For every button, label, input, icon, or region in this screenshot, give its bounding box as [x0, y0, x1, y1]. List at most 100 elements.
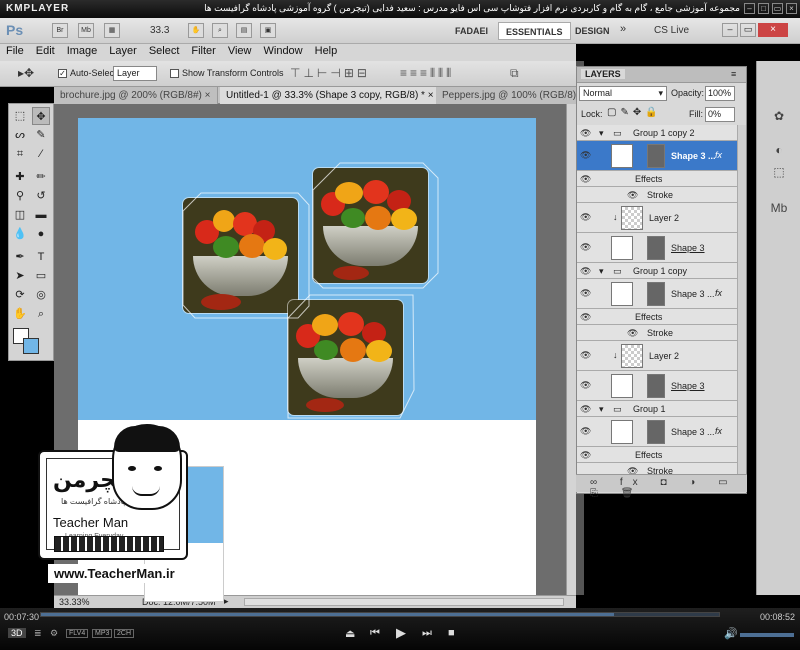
- menu-window[interactable]: Window: [258, 44, 309, 58]
- eye-icon[interactable]: 👁: [580, 404, 591, 415]
- close-icon[interactable]: ×: [428, 90, 434, 101]
- layer-row[interactable]: 👁 Shape 3 ... fx: [577, 279, 737, 309]
- adjustments-panel-icon[interactable]: ◐: [769, 143, 789, 161]
- zoom-icon[interactable]: ⌕: [32, 305, 50, 323]
- show-transform-checkbox[interactable]: [170, 69, 179, 78]
- volume-slider[interactable]: [740, 633, 794, 637]
- menu-select[interactable]: Select: [143, 44, 186, 58]
- stop-icon[interactable]: ■: [448, 627, 455, 639]
- dodge-icon[interactable]: ●: [32, 225, 50, 243]
- maximize-icon[interactable]: □: [758, 3, 769, 14]
- clone-stamp-icon[interactable]: ⚲: [11, 187, 29, 205]
- lasso-icon[interactable]: ᔕ: [11, 126, 29, 144]
- eye-icon[interactable]: 👁: [580, 128, 591, 139]
- ps-restore-icon[interactable]: ▭: [740, 23, 756, 37]
- quick-select-icon[interactable]: ✎: [32, 126, 50, 144]
- tab-brochure[interactable]: brochure.jpg @ 200% (RGB/8#) ×: [54, 87, 218, 104]
- layer-group-row[interactable]: 👁 ▾ ▭ Group 1: [577, 401, 737, 417]
- eyedropper-icon[interactable]: ⁄: [32, 145, 50, 163]
- auto-select-dropdown[interactable]: Layer: [113, 66, 157, 81]
- menu-file[interactable]: File: [0, 44, 30, 58]
- crop-icon[interactable]: ⌗: [11, 145, 29, 163]
- screen-mode-icon[interactable]: ▣: [260, 23, 276, 38]
- layer-effect-row[interactable]: 👁 Stroke: [577, 325, 737, 341]
- ps-minimize-icon[interactable]: –: [722, 23, 738, 37]
- opacity-input[interactable]: 100%: [705, 86, 735, 101]
- color-panel-icon[interactable]: ✿: [769, 109, 789, 127]
- next-icon[interactable]: ⏭: [422, 627, 432, 640]
- layer-row-selected[interactable]: 👁 Shape 3 ... fx: [577, 141, 737, 171]
- blend-mode-dropdown[interactable]: Normal ▾: [579, 86, 667, 101]
- history-brush-icon[interactable]: ↺: [32, 187, 50, 205]
- eye-icon[interactable]: 👁: [580, 350, 591, 361]
- layer-row[interactable]: 👁 Shape 3: [577, 233, 737, 263]
- cs-live-button[interactable]: CS Live: [654, 25, 689, 36]
- 3d-rotate-icon[interactable]: ⟳: [11, 286, 29, 304]
- layer-footer-icons[interactable]: ∞ fx ◘ ◑ ▭ ⎘ 🗑: [590, 477, 747, 499]
- disclosure-icon[interactable]: ▾: [599, 404, 604, 415]
- brush-icon[interactable]: ✏: [32, 168, 50, 186]
- pen-icon[interactable]: ✒: [11, 248, 29, 266]
- eye-icon[interactable]: 👁: [627, 190, 638, 201]
- seek-bar[interactable]: [40, 612, 720, 617]
- auto-select-checkbox[interactable]: ✓: [58, 69, 67, 78]
- layer-group-row[interactable]: 👁 ▾ ▭ Group 1 copy 2: [577, 125, 737, 141]
- minibridge-panel-icon[interactable]: Mb: [769, 201, 789, 219]
- eject-icon[interactable]: ⏏: [345, 627, 355, 640]
- settings-icon[interactable]: ⚙: [50, 628, 58, 639]
- layer-row[interactable]: 👁 Shape 3: [577, 371, 737, 401]
- minimize-icon[interactable]: –: [744, 3, 755, 14]
- tab-untitled[interactable]: Untitled-1 @ 33.3% (Shape 3 copy, RGB/8)…: [220, 87, 441, 104]
- workspace-fadaei[interactable]: FADAEI: [448, 22, 495, 40]
- vertical-scrollbar[interactable]: [566, 104, 576, 595]
- bridge-button[interactable]: Br: [52, 23, 68, 38]
- layer-effect-row[interactable]: 👁 Stroke: [577, 187, 737, 203]
- eye-icon[interactable]: 👁: [580, 212, 591, 223]
- disclosure-icon[interactable]: ▾: [599, 128, 604, 139]
- masks-panel-icon[interactable]: ⬚: [769, 165, 789, 183]
- align-icons[interactable]: ⊤⊥⊢⊣⊞⊟: [290, 66, 370, 80]
- menu-view[interactable]: View: [222, 44, 258, 58]
- 3d-orbit-icon[interactable]: ◎: [32, 286, 50, 304]
- volume-icon[interactable]: 🔊: [724, 627, 738, 640]
- layer-group-row[interactable]: 👁 ▾ ▭ Group 1 copy: [577, 263, 737, 279]
- marquee-icon[interactable]: ⬚: [11, 107, 29, 125]
- previous-icon[interactable]: ⏮: [370, 627, 380, 640]
- layers-scrollbar[interactable]: [737, 125, 746, 479]
- tab-peppers[interactable]: Peppers.jpg @ 100% (RGB/8) ×: [436, 87, 592, 104]
- workspace-essentials[interactable]: ESSENTIALS: [498, 22, 571, 40]
- menu-help[interactable]: Help: [309, 44, 344, 58]
- move-tool-icon[interactable]: ✥: [32, 107, 50, 125]
- ps-close-icon[interactable]: ×: [758, 23, 788, 37]
- zoom-level[interactable]: 33.3: [150, 25, 169, 36]
- menu-edit[interactable]: Edit: [30, 44, 61, 58]
- distribute-icons[interactable]: ≡≡≡⫴⫴⫴: [400, 66, 454, 81]
- hand-tool-icon[interactable]: ✋: [188, 23, 204, 38]
- layer-effects-row[interactable]: 👁 Effects: [577, 171, 737, 187]
- play-icon[interactable]: ▶: [396, 625, 406, 641]
- minibridge-button[interactable]: Mb: [78, 23, 94, 38]
- blur-icon[interactable]: 💧: [11, 225, 29, 243]
- guides-icon[interactable]: ▦: [104, 23, 120, 38]
- type-icon[interactable]: T: [32, 248, 50, 266]
- eye-icon[interactable]: 👁: [580, 266, 591, 277]
- shape-icon[interactable]: ▭: [32, 267, 50, 285]
- path-select-icon[interactable]: ➤: [11, 267, 29, 285]
- layers-tab[interactable]: LAYERS: [581, 69, 625, 79]
- arrange-docs-icon[interactable]: ▤: [236, 23, 252, 38]
- menu-image[interactable]: Image: [61, 44, 104, 58]
- restore-icon[interactable]: ▭: [772, 3, 783, 14]
- fx-icon[interactable]: fx: [715, 150, 722, 160]
- layer-effects-row[interactable]: 👁 Effects: [577, 309, 737, 325]
- layer-row[interactable]: 👁 ↓ Layer 2: [577, 341, 737, 371]
- zoom-tool-icon[interactable]: ⌕: [212, 23, 228, 38]
- background-color-swatch[interactable]: [23, 338, 39, 354]
- eye-icon[interactable]: 👁: [580, 312, 591, 323]
- eye-icon[interactable]: 👁: [627, 328, 638, 339]
- workspace-design[interactable]: DESIGN: [568, 22, 617, 40]
- eye-icon[interactable]: 👁: [580, 288, 591, 299]
- move-tool-preset-icon[interactable]: ▸✥: [18, 66, 34, 80]
- eye-icon[interactable]: 👁: [580, 150, 591, 161]
- fx-icon[interactable]: fx: [715, 288, 722, 298]
- eye-icon[interactable]: 👁: [580, 426, 591, 437]
